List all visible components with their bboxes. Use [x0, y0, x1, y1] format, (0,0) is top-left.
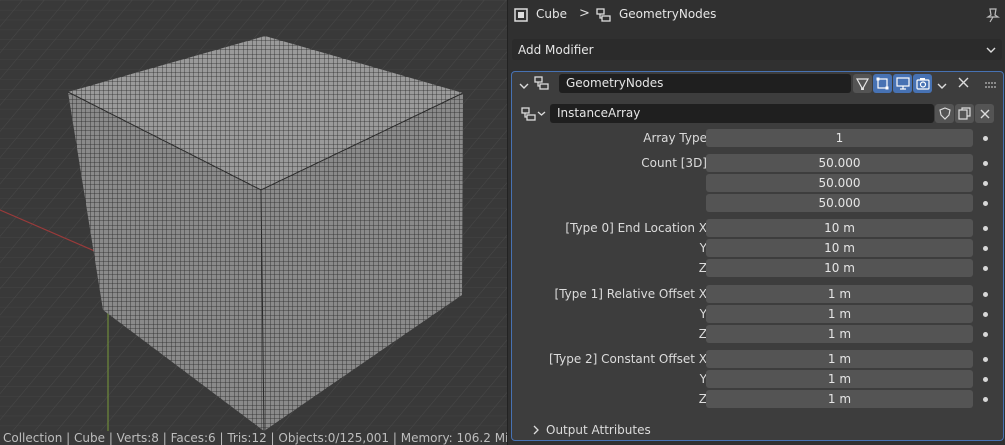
geometry-nodes-icon: [596, 7, 612, 26]
relative-offset-y-field[interactable]: 1 m: [706, 305, 973, 323]
camera-icon: [915, 78, 930, 90]
field-row-count-y: 50.000: [512, 173, 1003, 193]
keyframe-dot-icon[interactable]: [983, 161, 988, 166]
monitor-icon: [895, 77, 910, 90]
count-y-field[interactable]: 50.000: [706, 174, 973, 192]
modifier-name-field[interactable]: GeometryNodes: [559, 74, 851, 93]
status-bar: Collection | Cube | Verts:8 | Faces:6 | …: [0, 431, 507, 445]
end-location-y-field[interactable]: 10 m: [706, 239, 973, 257]
keyframe-dot-icon[interactable]: [983, 181, 988, 186]
unlink-button[interactable]: [975, 104, 994, 123]
field-row-count-x: Count [3D] 50.000: [512, 153, 1003, 173]
viewport-canvas: [0, 0, 507, 445]
keyframe-dot-icon[interactable]: [983, 201, 988, 206]
shield-icon: [938, 107, 951, 120]
edit-mode-cage-button[interactable]: [853, 74, 872, 93]
field-label: [Type 2] Constant Offset X: [548, 352, 707, 366]
constant-offset-x-field[interactable]: 1 m: [706, 350, 973, 368]
keyframe-dot-icon[interactable]: [983, 377, 988, 382]
keyframe-dot-icon[interactable]: [983, 226, 988, 231]
add-modifier-label: Add Modifier: [518, 42, 594, 57]
copy-icon: [958, 107, 971, 120]
fake-user-button[interactable]: [935, 104, 954, 123]
count-z-field[interactable]: 50.000: [706, 194, 973, 212]
close-icon: [980, 109, 989, 118]
field-row-constant-offset-z: Z1 m: [512, 389, 1003, 409]
field-label: Count [3D]: [641, 156, 707, 170]
keyframe-dot-icon[interactable]: [983, 292, 988, 297]
relative-offset-x-field[interactable]: 1 m: [706, 285, 973, 303]
field-label: [Type 1] Relative Offset X: [554, 287, 707, 301]
relative-offset-z-field[interactable]: 1 m: [706, 325, 973, 343]
field-row-relative-offset-y: Y1 m: [512, 304, 1003, 324]
keyframe-dot-icon[interactable]: [983, 357, 988, 362]
keyframe-dot-icon[interactable]: [983, 136, 988, 141]
field-label: Array Type: [643, 131, 707, 145]
keyframe-dot-icon[interactable]: [983, 397, 988, 402]
field-row-constant-offset-x: [Type 2] Constant Offset X1 m: [512, 349, 1003, 369]
object-name[interactable]: Cube: [536, 7, 567, 21]
field-row-relative-offset-x: [Type 1] Relative Offset X1 m: [512, 284, 1003, 304]
constant-offset-y-field[interactable]: 1 m: [706, 370, 973, 388]
3d-viewport[interactable]: Collection | Cube | Verts:8 | Faces:6 | …: [0, 0, 507, 445]
geometry-nodes-icon: [521, 106, 536, 121]
field-row-end-location-z: Z 10 m: [512, 258, 1003, 278]
field-row-relative-offset-z: Z1 m: [512, 324, 1003, 344]
render-button[interactable]: [913, 74, 932, 93]
end-location-x-field[interactable]: 10 m: [706, 219, 973, 237]
modifier-panel: GeometryNodes InstanceArray Array Type 1…: [511, 71, 1004, 441]
field-row-end-location-x: [Type 0] End Location X 10 m: [512, 218, 1003, 238]
edit-mode-button[interactable]: [873, 74, 892, 93]
chevron-down-icon: [537, 111, 546, 116]
node-group-field[interactable]: InstanceArray: [550, 104, 934, 123]
count-x-field[interactable]: 50.000: [706, 154, 973, 172]
field-row-count-z: 50.000: [512, 193, 1003, 213]
keyframe-dot-icon[interactable]: [983, 312, 988, 317]
edit-mode-icon: [876, 77, 889, 90]
modifier-breadcrumb[interactable]: GeometryNodes: [619, 7, 716, 21]
mesh-vertex-icon: [856, 78, 869, 90]
collapse-chevron-icon[interactable]: [519, 79, 529, 93]
field-row-array-type: Array Type 1: [512, 128, 1003, 148]
array-type-field[interactable]: 1: [706, 129, 973, 147]
pin-icon[interactable]: [986, 7, 1000, 26]
drag-handle-icon[interactable]: [985, 78, 997, 92]
object-icon: [514, 8, 528, 25]
chevron-down-icon: [986, 43, 996, 57]
extra-options-chevron-icon[interactable]: [937, 79, 947, 93]
keyframe-dot-icon[interactable]: [983, 332, 988, 337]
close-icon[interactable]: [958, 77, 969, 91]
keyframe-dot-icon[interactable]: [983, 266, 988, 271]
end-location-z-field[interactable]: 10 m: [706, 259, 973, 277]
keyframe-dot-icon[interactable]: [983, 246, 988, 251]
field-row-end-location-y: Y 10 m: [512, 238, 1003, 258]
properties-header: Cube > GeometryNodes: [508, 0, 1005, 30]
realtime-button[interactable]: [893, 74, 912, 93]
chevron-right-icon: [533, 425, 539, 435]
add-modifier-dropdown[interactable]: Add Modifier: [512, 39, 1002, 60]
field-label: [Type 0] End Location X: [565, 221, 707, 235]
node-group-browse-button[interactable]: [521, 104, 548, 123]
output-attributes-label: Output Attributes: [546, 423, 651, 437]
geometry-nodes-icon: [534, 75, 550, 94]
duplicate-button[interactable]: [955, 104, 974, 123]
constant-offset-z-field[interactable]: 1 m: [706, 390, 973, 408]
breadcrumb-separator: >: [579, 6, 590, 21]
properties-editor: Cube > GeometryNodes Add Modifier Geomet…: [507, 0, 1005, 445]
output-attributes-subpanel[interactable]: Output Attributes: [532, 421, 651, 439]
field-row-constant-offset-y: Y1 m: [512, 369, 1003, 389]
